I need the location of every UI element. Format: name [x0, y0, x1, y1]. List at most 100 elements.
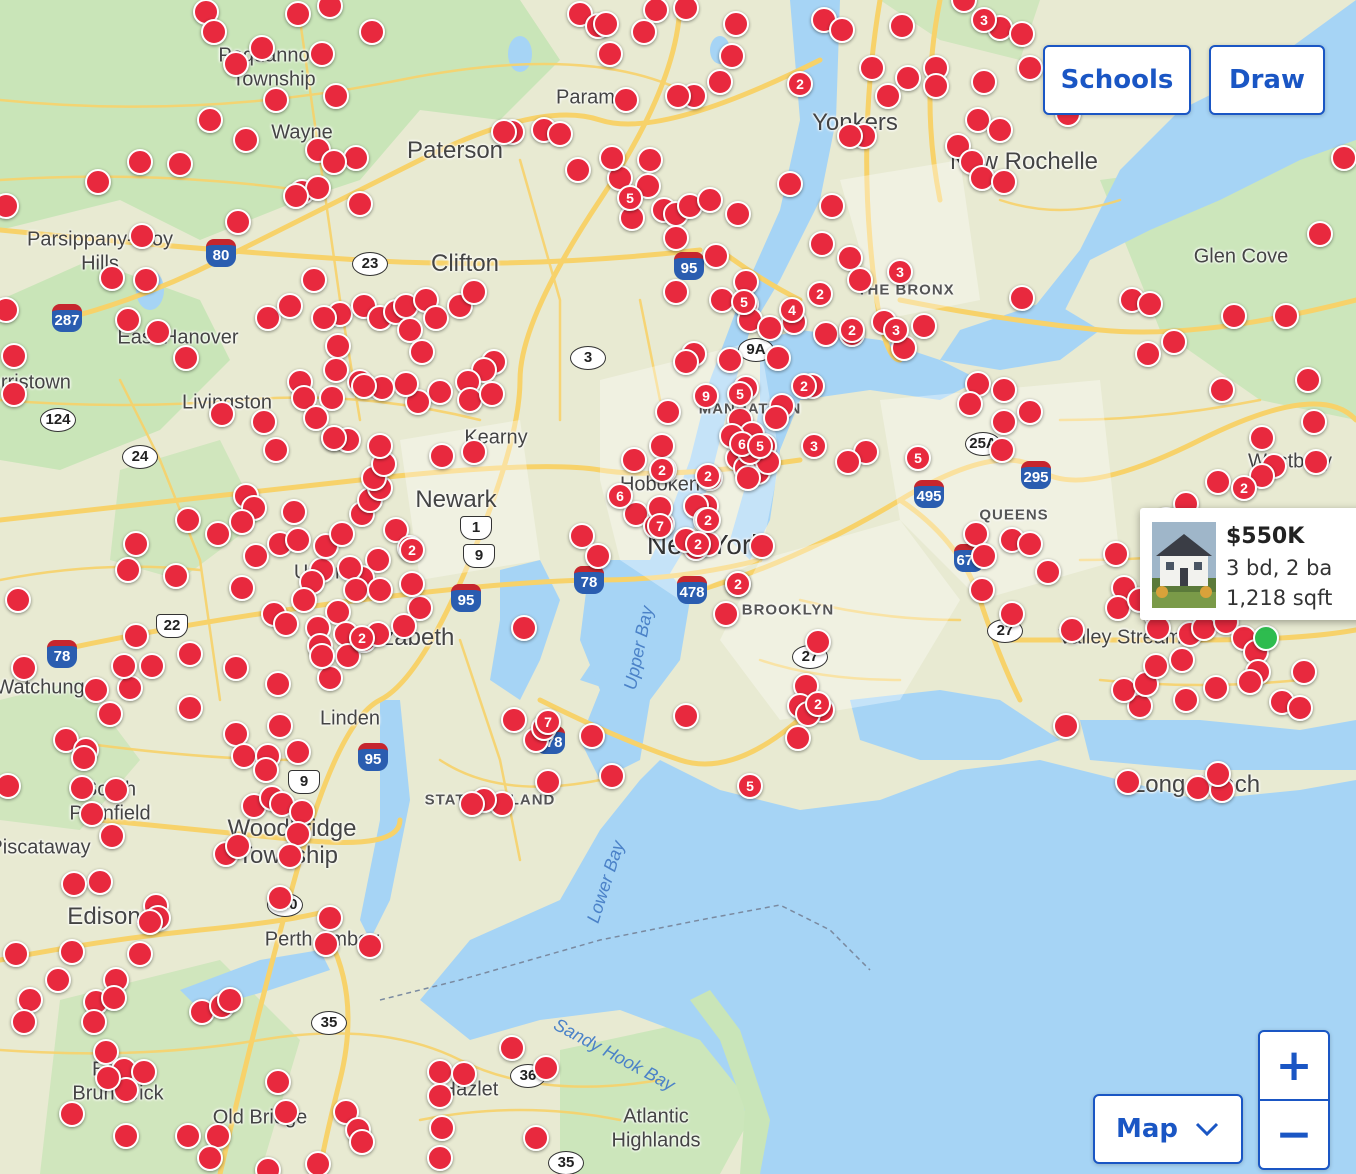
listing-marker[interactable]	[1169, 647, 1195, 673]
listing-marker[interactable]	[45, 967, 71, 993]
listing-marker[interactable]	[663, 279, 689, 305]
cluster-marker[interactable]: 3	[883, 317, 909, 343]
listing-marker[interactable]	[991, 169, 1017, 195]
cluster-marker[interactable]: 9	[693, 383, 719, 409]
cluster-marker[interactable]: 2	[807, 281, 833, 307]
cluster-marker[interactable]: 2	[1231, 475, 1257, 501]
listing-marker[interactable]	[523, 1125, 549, 1151]
cluster-marker[interactable]: 3	[801, 433, 827, 459]
listing-marker[interactable]	[103, 777, 129, 803]
listing-marker[interactable]	[459, 791, 485, 817]
listing-marker[interactable]	[565, 157, 591, 183]
listing-marker[interactable]	[971, 69, 997, 95]
cluster-marker[interactable]: 2	[399, 537, 425, 563]
cluster-marker[interactable]: 2	[787, 71, 813, 97]
schools-button[interactable]: Schools	[1043, 45, 1191, 115]
listing-marker[interactable]	[197, 1145, 223, 1171]
listing-marker[interactable]	[253, 757, 279, 783]
listing-marker[interactable]	[399, 571, 425, 597]
cluster-marker[interactable]: 2	[805, 691, 831, 717]
listing-marker[interactable]	[1209, 377, 1235, 403]
listing-marker[interactable]	[217, 987, 243, 1013]
listing-marker[interactable]	[59, 1101, 85, 1127]
listing-marker[interactable]	[991, 409, 1017, 435]
zoom-in-button[interactable]: +	[1260, 1032, 1328, 1099]
listing-marker[interactable]	[277, 293, 303, 319]
listing-marker[interactable]	[117, 675, 143, 701]
listing-marker[interactable]	[1017, 55, 1043, 81]
listing-marker[interactable]	[273, 1099, 299, 1125]
listing-marker[interactable]	[391, 613, 417, 639]
listing-marker[interactable]	[859, 55, 885, 81]
listing-marker[interactable]	[923, 73, 949, 99]
listing-marker[interactable]	[321, 425, 347, 451]
cluster-marker[interactable]: 5	[727, 381, 753, 407]
listing-marker[interactable]	[323, 357, 349, 383]
listing-marker[interactable]	[427, 1083, 453, 1109]
listing-marker[interactable]	[283, 183, 309, 209]
listing-marker[interactable]	[749, 533, 775, 559]
listing-marker[interactable]	[875, 83, 901, 109]
listing-marker[interactable]	[1017, 531, 1043, 557]
listing-marker[interactable]	[533, 1055, 559, 1081]
listing-marker[interactable]	[1295, 367, 1321, 393]
listing-marker[interactable]	[347, 191, 373, 217]
listing-marker[interactable]	[999, 601, 1025, 627]
listing-marker[interactable]	[673, 703, 699, 729]
listing-marker[interactable]	[1009, 21, 1035, 47]
cluster-marker[interactable]: 2	[839, 317, 865, 343]
cluster-marker[interactable]: 2	[685, 531, 711, 557]
listing-marker[interactable]	[201, 19, 227, 45]
listing-marker[interactable]	[461, 439, 487, 465]
listing-marker[interactable]	[1221, 303, 1247, 329]
listing-marker[interactable]	[305, 1151, 331, 1174]
listing-marker[interactable]	[1137, 291, 1163, 317]
listing-marker[interactable]	[989, 437, 1015, 463]
listing-marker[interactable]	[111, 653, 137, 679]
listing-marker[interactable]	[785, 725, 811, 751]
listing-marker[interactable]	[285, 1, 311, 27]
listing-marker[interactable]	[61, 871, 87, 897]
listing-marker[interactable]	[805, 629, 831, 655]
cluster-marker[interactable]: 4	[779, 297, 805, 323]
listing-marker[interactable]	[265, 1069, 291, 1095]
listing-marker[interactable]	[621, 447, 647, 473]
listing-marker[interactable]	[1307, 221, 1333, 247]
listing-marker[interactable]	[167, 151, 193, 177]
listing-marker[interactable]	[1203, 675, 1229, 701]
listing-marker[interactable]	[163, 563, 189, 589]
listing-marker[interactable]	[175, 1123, 201, 1149]
listing-marker[interactable]	[429, 443, 455, 469]
listing-marker[interactable]	[95, 1065, 121, 1091]
listing-marker[interactable]	[809, 231, 835, 257]
draw-button[interactable]: Draw	[1209, 45, 1325, 115]
listing-marker[interactable]	[145, 319, 171, 345]
cluster-marker[interactable]: 3	[971, 7, 997, 33]
listing-marker[interactable]	[229, 509, 255, 535]
listing-marker[interactable]	[223, 51, 249, 77]
cluster-marker[interactable]: 5	[747, 433, 773, 459]
listing-marker[interactable]	[491, 119, 517, 145]
listing-marker[interactable]	[765, 345, 791, 371]
listing-marker[interactable]	[99, 823, 125, 849]
listing-marker[interactable]	[265, 671, 291, 697]
listing-marker[interactable]	[665, 83, 691, 109]
listing-marker[interactable]	[1205, 469, 1231, 495]
listing-marker[interactable]	[1249, 425, 1275, 451]
listing-marker[interactable]	[177, 641, 203, 667]
listing-marker[interactable]	[325, 333, 351, 359]
listing-marker[interactable]	[1161, 329, 1187, 355]
listing-marker[interactable]	[71, 745, 97, 771]
listing-marker[interactable]	[499, 1035, 525, 1061]
cluster-marker[interactable]: 5	[617, 185, 643, 211]
listing-marker[interactable]	[317, 905, 343, 931]
listing-marker[interactable]	[763, 405, 789, 431]
listing-marker[interactable]	[393, 371, 419, 397]
listing-marker[interactable]	[263, 87, 289, 113]
listing-marker[interactable]	[115, 307, 141, 333]
listing-marker[interactable]	[263, 437, 289, 463]
listing-marker[interactable]	[243, 543, 269, 569]
listing-marker[interactable]	[895, 65, 921, 91]
listing-marker[interactable]	[357, 933, 383, 959]
listing-marker[interactable]	[209, 401, 235, 427]
